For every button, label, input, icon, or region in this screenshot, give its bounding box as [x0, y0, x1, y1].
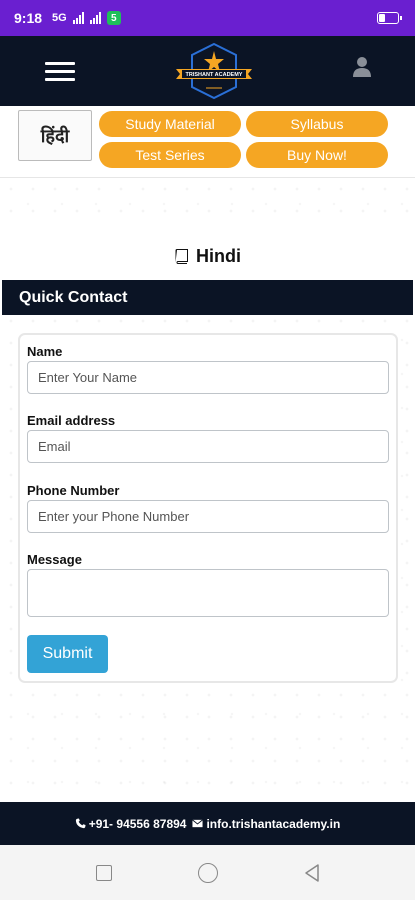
back-icon[interactable] [303, 863, 321, 883]
status-time: 9:18 [14, 10, 43, 26]
book-icon [175, 248, 188, 264]
syllabus-button[interactable]: Syllabus [246, 111, 388, 137]
submit-button[interactable]: Submit [27, 635, 108, 673]
recent-apps-icon[interactable] [96, 865, 112, 881]
app-header: TRISHANT ACADEMY [0, 36, 415, 106]
contact-footer: +91- 94556 87894 info.trishantacademy.in [0, 802, 415, 845]
phone-field[interactable]: Enter your Phone Number [27, 500, 389, 533]
status-bar: 9:18 5G 5 [0, 0, 415, 36]
academy-logo[interactable]: TRISHANT ACADEMY [170, 42, 258, 100]
thumbnail-text: हिंदी [40, 125, 70, 147]
email-label: Email address [27, 413, 116, 428]
app-notification-icon: 5 [106, 11, 121, 25]
buy-now-button[interactable]: Buy Now! [246, 142, 388, 168]
message-label: Message [27, 552, 82, 567]
study-material-button[interactable]: Study Material [99, 111, 241, 137]
footer-phone[interactable]: +91- 94556 87894 [89, 817, 187, 831]
signal-icon-2 [89, 12, 101, 24]
footer-email[interactable]: info.trishantacademy.in [206, 817, 340, 831]
home-icon[interactable] [198, 863, 218, 883]
battery-icon [377, 12, 402, 24]
name-field[interactable]: Enter Your Name [27, 361, 389, 394]
phone-label: Phone Number [27, 483, 120, 498]
phone-icon [75, 818, 86, 829]
quick-contact-heading: Quick Contact [2, 280, 413, 315]
name-label: Name [27, 344, 63, 359]
course-subnav: हिंदी Study Material Syllabus Test Serie… [0, 106, 415, 178]
network-type: 5G [52, 12, 67, 24]
course-thumbnail[interactable]: हिंदी [18, 110, 92, 161]
envelope-icon [192, 819, 204, 828]
page-title: Hindi [0, 246, 415, 267]
signal-icon [72, 12, 84, 24]
hamburger-menu-icon[interactable] [45, 62, 75, 82]
message-textarea[interactable] [27, 569, 389, 617]
email-field[interactable]: Email [27, 430, 389, 463]
test-series-button[interactable]: Test Series [99, 142, 241, 168]
battery-fill [379, 14, 385, 22]
logo-text: TRISHANT ACADEMY [186, 72, 243, 78]
status-icons: 5G 5 [52, 11, 121, 25]
page-title-text: Hindi [196, 246, 241, 266]
user-icon[interactable] [352, 56, 372, 78]
system-navigation-bar [0, 845, 415, 900]
